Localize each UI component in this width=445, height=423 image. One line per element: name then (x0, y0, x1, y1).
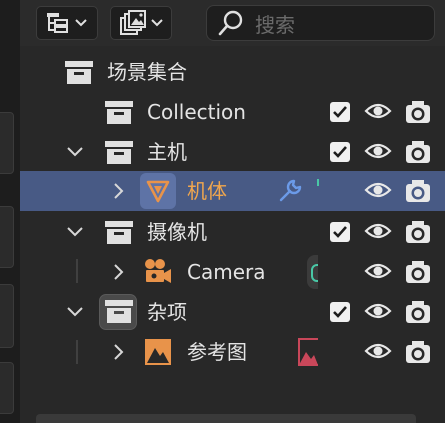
image-stack-icon (120, 10, 146, 35)
render-camera-icon[interactable] (404, 139, 432, 165)
eye-icon[interactable] (364, 139, 392, 163)
render-camera-icon[interactable] (404, 339, 432, 365)
chevron-right-icon[interactable] (112, 343, 126, 361)
eye-icon[interactable] (364, 259, 392, 283)
scene-collection-label: 场景集合 (107, 60, 187, 84)
camera-collection-label: 摄像机 (147, 220, 207, 244)
collection-box-icon (105, 141, 133, 164)
chevron-right-icon[interactable] (112, 182, 126, 200)
exclude-checkbox[interactable] (330, 102, 350, 122)
image-data-icon[interactable] (298, 338, 318, 366)
sidebar-tab-3[interactable] (0, 284, 14, 348)
sidebar-tab-1[interactable] (0, 112, 14, 174)
eye-icon[interactable] (364, 299, 392, 323)
checkmark-icon (333, 146, 347, 158)
outliner-panel: 搜索 场景集合 Collection 主机 机体 摄像机 Camera 杂项 参… (20, 0, 445, 423)
checkmark-icon (333, 226, 347, 238)
camera-data-icon[interactable] (307, 255, 318, 289)
outliner-tree-icon (47, 13, 68, 33)
search-input[interactable]: 搜索 (206, 5, 435, 41)
checkmark-icon (333, 106, 347, 118)
render-camera-icon[interactable] (404, 299, 432, 325)
camera-object-label: Camera (187, 260, 266, 284)
chevron-down-icon[interactable] (66, 225, 84, 239)
camera-object-icon (145, 259, 171, 283)
mesh-object-icon (146, 180, 170, 203)
exclude-checkbox[interactable] (330, 302, 350, 322)
collection-box-icon (65, 61, 93, 84)
eye-icon[interactable] (364, 99, 392, 123)
search-icon (218, 10, 243, 36)
collection-box-icon (105, 300, 133, 323)
exclude-checkbox[interactable] (330, 142, 350, 162)
reference-image-label: 参考图 (187, 340, 247, 364)
display-mode-dropdown[interactable] (36, 6, 98, 40)
render-camera-icon[interactable] (404, 219, 432, 245)
overflow-indicator (317, 179, 319, 186)
left-toolbar-strip (0, 0, 20, 423)
eye-icon[interactable] (364, 178, 392, 202)
image-empty-icon (145, 339, 171, 365)
exclude-checkbox[interactable] (330, 222, 350, 242)
tree-row-body-object[interactable]: 机体 (20, 171, 445, 211)
tree-row-misc-collection[interactable]: 杂项 (20, 292, 445, 332)
chevron-down-icon (151, 19, 163, 27)
tree-row-collection[interactable]: Collection (20, 92, 445, 132)
main-collection-label: 主机 (147, 140, 187, 164)
chevron-down-icon (75, 19, 87, 27)
tree-row-camera-collection[interactable]: 摄像机 (20, 212, 445, 252)
collection-box-icon (105, 221, 133, 244)
collection-label: Collection (147, 100, 246, 124)
filter-dropdown[interactable] (110, 6, 172, 40)
render-camera-icon[interactable] (404, 259, 432, 285)
tree-row-scene-collection[interactable]: 场景集合 (20, 52, 445, 92)
eye-icon[interactable] (364, 219, 392, 243)
eye-icon[interactable] (364, 339, 392, 363)
search-placeholder: 搜索 (255, 12, 295, 37)
tree-row-reference-image[interactable]: 参考图 (20, 332, 445, 372)
sidebar-tab-2[interactable] (0, 206, 14, 268)
collection-box-icon (105, 101, 133, 124)
chevron-down-icon[interactable] (66, 305, 84, 319)
render-camera-icon[interactable] (404, 178, 432, 204)
sidebar-tab-4[interactable] (0, 362, 14, 414)
chevron-right-icon[interactable] (112, 263, 126, 281)
chevron-down-icon[interactable] (66, 145, 84, 159)
outliner-header: 搜索 (20, 0, 445, 46)
body-object-label: 机体 (187, 179, 227, 203)
horizontal-scrollbar[interactable] (36, 414, 416, 423)
render-camera-icon[interactable] (404, 99, 432, 125)
tree-row-main-collection[interactable]: 主机 (20, 132, 445, 172)
checkmark-icon (333, 306, 347, 318)
wrench-modifier-icon[interactable] (277, 178, 303, 204)
tree-row-camera-object[interactable]: Camera (20, 252, 445, 292)
misc-collection-label: 杂项 (147, 300, 187, 324)
